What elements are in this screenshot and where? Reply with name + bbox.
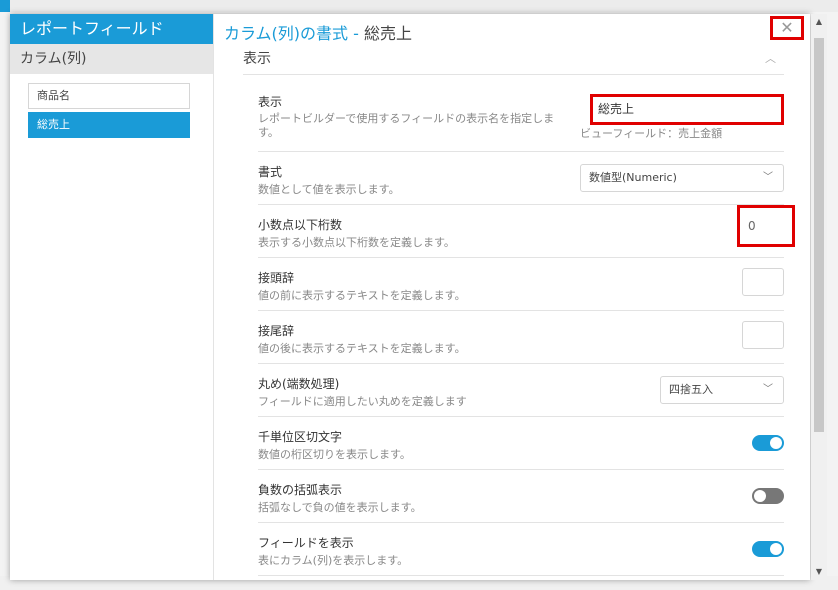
setting-description: 数値として値を表示します。 <box>258 183 400 196</box>
setting-row-decimals: 小数点以下桁数 表示する小数点以下桁数を定義します。 0 <box>258 205 795 258</box>
section-title: 表示 <box>243 51 271 67</box>
columns-subtitle: カラム(列) <box>10 44 213 74</box>
setting-description: フィールドに適用したい丸めを定義します <box>258 395 467 408</box>
background-app-bar <box>0 0 838 12</box>
setting-title: 表示 <box>258 95 283 109</box>
setting-description: 数値の桁区切りを表示します。 <box>258 448 411 461</box>
field-item-product-name[interactable]: 商品名 <box>28 83 190 109</box>
format-panel: カラム(列)の書式 - 総売上 ✕ 表示 ︿ 表示 レポートビルダーで使用するフ… <box>214 14 810 580</box>
rounding-select-value: 四捨五入 <box>669 383 713 396</box>
setting-title: 負数の括弧表示 <box>258 483 343 497</box>
setting-row-thousands: 千単位区切文字 数値の桁区切りを表示します。 <box>258 417 784 470</box>
close-button[interactable]: ✕ <box>770 16 804 40</box>
view-field-hint: ビューフィールド：売上金額 <box>580 127 723 140</box>
scrollbar[interactable]: ▲ ▼ <box>811 14 827 580</box>
report-fields-title: レポートフィールド <box>10 14 213 44</box>
field-item-total-sales[interactable]: 総売上 <box>28 112 190 138</box>
setting-title: 書式 <box>258 165 283 179</box>
thousands-separator-toggle[interactable] <box>752 435 784 451</box>
dialog-title: カラム(列)の書式 - 総売上 <box>224 20 412 44</box>
chevron-up-icon: ︿ <box>765 52 776 65</box>
section-header-display[interactable]: 表示 ︿ <box>243 44 784 75</box>
dialog-title-prefix: カラム(列)の書式 - <box>224 24 364 43</box>
close-icon: ✕ <box>780 18 794 37</box>
scrollbar-thumb[interactable] <box>814 38 824 432</box>
setting-title: 丸め(端数処理) <box>258 377 340 391</box>
dialog-title-field: 総売上 <box>363 24 412 43</box>
format-select[interactable]: 数値型(Numeric) ﹀ <box>580 164 784 192</box>
setting-description: 括弧なしで負の値を表示します。 <box>258 501 422 514</box>
background-accent <box>0 0 10 12</box>
chevron-down-icon: ﹀ <box>763 384 773 395</box>
display-name-input[interactable]: 総売上 <box>590 94 784 125</box>
scroll-up-icon[interactable]: ▲ <box>811 14 827 30</box>
setting-description: 表にカラム(列)を表示します。 <box>258 554 409 567</box>
rounding-select[interactable]: 四捨五入 ﹀ <box>660 376 784 404</box>
setting-row-suffix: 接尾辞 値の後に表示するテキストを定義します。 <box>258 311 784 364</box>
setting-row-negative: 負数の括弧表示 括弧なしで負の値を表示します。 <box>258 470 784 523</box>
setting-row-show-field: フィールドを表示 表にカラム(列)を表示します。 <box>258 523 784 576</box>
format-select-value: 数値型(Numeric) <box>589 171 677 184</box>
setting-title: フィールドを表示 <box>258 536 354 550</box>
setting-row-format: 書式 数値として値を表示します。 数値型(Numeric) ﹀ <box>258 152 784 205</box>
setting-row-prefix: 接頭辞 値の前に表示するテキストを定義します。 <box>258 258 784 311</box>
setting-row-rounding: 丸め(端数処理) フィールドに適用したい丸めを定義します 四捨五入 ﹀ <box>258 364 784 417</box>
setting-title: 千単位区切文字 <box>258 430 343 444</box>
setting-title: 接頭辞 <box>258 271 295 285</box>
settings-rows: 表示 レポートビルダーで使用するフィールドの表示名を指定します。 総売上 ビュー… <box>258 80 795 576</box>
report-fields-panel: レポートフィールド カラム(列) 商品名 総売上 <box>10 14 214 580</box>
negative-brackets-toggle[interactable] <box>752 488 784 504</box>
setting-title: 小数点以下桁数 <box>258 218 343 232</box>
show-field-toggle[interactable] <box>752 541 784 557</box>
chevron-down-icon: ﹀ <box>763 172 773 183</box>
prefix-input[interactable] <box>742 268 784 296</box>
setting-title: 接尾辞 <box>258 324 295 338</box>
setting-row-display-name: 表示 レポートビルダーで使用するフィールドの表示名を指定します。 総売上 ビュー… <box>258 80 784 152</box>
setting-description: 値の後に表示するテキストを定義します。 <box>258 342 466 355</box>
decimals-input[interactable]: 0 <box>737 205 795 247</box>
field-list: 商品名 総売上 <box>28 83 190 141</box>
scroll-down-icon[interactable]: ▼ <box>811 564 827 580</box>
suffix-input[interactable] <box>742 321 784 349</box>
setting-description: 表示する小数点以下桁数を定義します。 <box>258 236 455 249</box>
setting-description: 値の前に表示するテキストを定義します。 <box>258 289 466 302</box>
setting-description: レポートビルダーで使用するフィールドの表示名を指定します。 <box>258 112 555 139</box>
column-format-dialog: レポートフィールド カラム(列) 商品名 総売上 カラム(列)の書式 - 総売上… <box>10 14 810 580</box>
